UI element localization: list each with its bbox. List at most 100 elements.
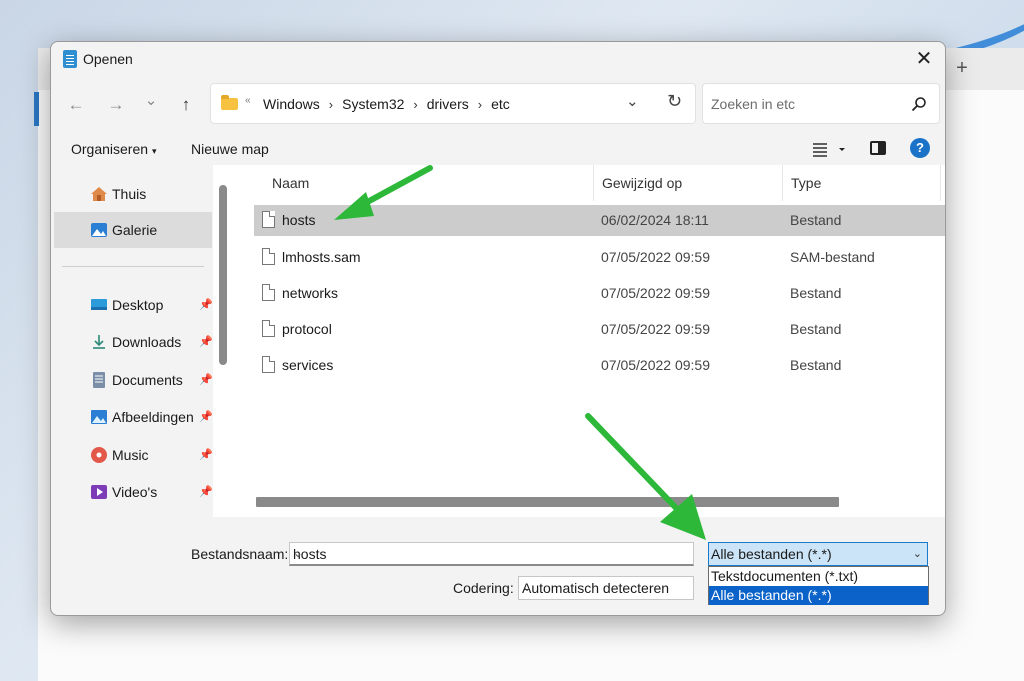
file-icon: [262, 211, 275, 228]
open-file-dialog: Openen ✕ ← → ⌄ ↑ « Windows › System32 › …: [50, 41, 946, 616]
breadcrumb-separator[interactable]: ›: [408, 97, 422, 112]
address-bar[interactable]: « Windows › System32 › drivers › etc ⌄ ↻: [210, 83, 696, 124]
file-type: Bestand: [790, 357, 842, 373]
help-icon[interactable]: ?: [910, 138, 930, 158]
sidebar-scrollbar-thumb[interactable]: [219, 185, 227, 365]
caret-down-icon: ▾: [152, 146, 157, 156]
back-arrow-icon[interactable]: ←: [63, 92, 89, 118]
breadcrumb-drivers[interactable]: drivers: [423, 96, 473, 112]
search-icon: [911, 97, 926, 112]
file-modified: 06/02/2024 18:11: [601, 212, 709, 228]
new-tab-button[interactable]: +: [950, 56, 974, 80]
sidebar-item-music[interactable]: Music 📌: [54, 437, 213, 473]
breadcrumb-windows[interactable]: Windows: [259, 96, 324, 112]
annotation-arrow-to-filter: [585, 413, 706, 540]
pin-icon[interactable]: 📌: [199, 448, 213, 461]
video-icon: [91, 485, 107, 499]
dialog-titlebar: Openen ✕: [51, 42, 945, 78]
table-row[interactable]: protocol 07/05/2022 09:59 Bestand: [254, 314, 945, 345]
sidebar-divider: [62, 266, 204, 267]
new-folder-button[interactable]: Nieuwe map: [191, 141, 269, 157]
column-header-type[interactable]: Type: [783, 165, 941, 201]
file-type: Bestand: [790, 212, 842, 228]
sidebar-item-thuis[interactable]: Thuis: [54, 176, 212, 212]
pin-icon[interactable]: 📌: [199, 373, 213, 386]
pin-icon[interactable]: 📌: [199, 410, 213, 423]
content-area: Thuis Galerie Desktop 📌 Downloads 📌 Docu…: [51, 165, 945, 517]
file-name: hosts: [282, 212, 316, 228]
sidebar-item-videos[interactable]: Video's 📌: [54, 474, 213, 510]
annotation-arrow-to-hosts: [334, 165, 433, 220]
file-icon: [262, 248, 275, 265]
documents-icon: [93, 372, 105, 388]
forward-arrow-icon[interactable]: →: [103, 92, 129, 118]
breadcrumb-separator[interactable]: ›: [324, 97, 338, 112]
file-modified: 07/05/2022 09:59: [601, 249, 710, 265]
recent-locations-icon[interactable]: ⌄: [138, 88, 164, 114]
organize-label: Organiseren: [71, 141, 149, 157]
file-icon: [262, 284, 275, 301]
breadcrumb-system32[interactable]: System32: [338, 96, 408, 112]
preview-pane-icon[interactable]: [870, 141, 886, 155]
horizontal-scrollbar[interactable]: [256, 497, 839, 507]
pin-icon[interactable]: 📌: [199, 298, 213, 311]
notepad-icon: [63, 50, 77, 68]
table-row[interactable]: services 07/05/2022 09:59 Bestand: [254, 350, 945, 381]
sidebar-item-galerie[interactable]: Galerie: [54, 212, 212, 248]
pin-icon[interactable]: 📌: [199, 335, 213, 348]
file-type: Bestand: [790, 321, 842, 337]
chevron-down-icon[interactable]: ⌄: [293, 546, 689, 560]
sidebar-item-documents[interactable]: Documents 📌: [54, 362, 213, 398]
organize-button[interactable]: Organiseren ▾: [71, 141, 157, 157]
sidebar-item-downloads[interactable]: Downloads 📌: [54, 324, 213, 360]
sidebar-scrollbar[interactable]: [216, 185, 227, 515]
view-options-icon[interactable]: [813, 140, 847, 160]
search-box[interactable]: Zoeken in etc: [702, 83, 940, 124]
file-name: lmhosts.sam: [282, 249, 361, 265]
pictures-icon: [91, 410, 107, 424]
table-row[interactable]: networks 07/05/2022 09:59 Bestand: [254, 278, 945, 309]
file-type: SAM-bestand: [790, 249, 875, 265]
file-icon: [262, 356, 275, 373]
sidebar-item-label: Documents: [112, 372, 183, 388]
file-modified: 07/05/2022 09:59: [601, 285, 710, 301]
breadcrumb-etc[interactable]: etc: [487, 96, 514, 112]
encoding-label: Codering:: [453, 580, 514, 596]
breadcrumb-separator[interactable]: ›: [473, 97, 487, 112]
filter-option-txt[interactable]: Tekstdocumenten (*.txt): [709, 567, 928, 586]
home-icon: [91, 187, 107, 201]
table-row[interactable]: lmhosts.sam 07/05/2022 09:59 SAM-bestand: [254, 242, 945, 273]
filename-label: Bestandsnaam:: [191, 546, 289, 562]
sidebar-item-label: Desktop: [112, 297, 164, 313]
file-type-filter[interactable]: Alle bestanden (*.*) ⌄: [708, 542, 928, 566]
breadcrumb-overflow-icon[interactable]: «: [245, 95, 251, 106]
chevron-down-icon[interactable]: ⌄: [913, 547, 922, 560]
file-modified: 07/05/2022 09:59: [601, 357, 710, 373]
folder-icon: [221, 95, 238, 110]
column-header-modified[interactable]: Gewijzigd op: [594, 165, 783, 201]
up-arrow-icon[interactable]: ↑: [173, 92, 199, 118]
navigation-pane: Thuis Galerie Desktop 📌 Downloads 📌 Docu…: [51, 165, 213, 517]
file-type: Bestand: [790, 285, 842, 301]
encoding-select[interactable]: Automatisch detecteren ⌄: [518, 576, 694, 600]
desktop-icon: [91, 299, 107, 310]
sidebar-item-label: Video's: [112, 484, 158, 500]
address-history-chevron-icon[interactable]: ⌄: [626, 92, 639, 110]
dialog-title: Openen: [83, 51, 133, 67]
search-input[interactable]: Zoeken in etc: [711, 96, 795, 112]
music-icon: [91, 447, 107, 463]
sidebar-item-afbeeldingen[interactable]: Afbeeldingen 📌: [54, 399, 213, 435]
close-button[interactable]: ✕: [909, 46, 939, 74]
chevron-down-icon[interactable]: ⌄: [522, 580, 689, 594]
file-type-filter-value: Alle bestanden (*.*): [711, 546, 832, 562]
breadcrumb: Windows › System32 › drivers › etc: [259, 96, 514, 112]
sidebar-item-label: Galerie: [112, 222, 158, 238]
pin-icon[interactable]: 📌: [199, 485, 213, 498]
file-name: networks: [282, 285, 339, 301]
sidebar-item-desktop[interactable]: Desktop 📌: [54, 287, 213, 323]
filter-option-all[interactable]: Alle bestanden (*.*): [709, 586, 928, 605]
sidebar-item-label: Music: [112, 447, 149, 463]
download-icon: [93, 335, 105, 349]
sidebar-item-label: Afbeeldingen: [112, 409, 194, 425]
refresh-icon[interactable]: ↻: [667, 91, 682, 112]
